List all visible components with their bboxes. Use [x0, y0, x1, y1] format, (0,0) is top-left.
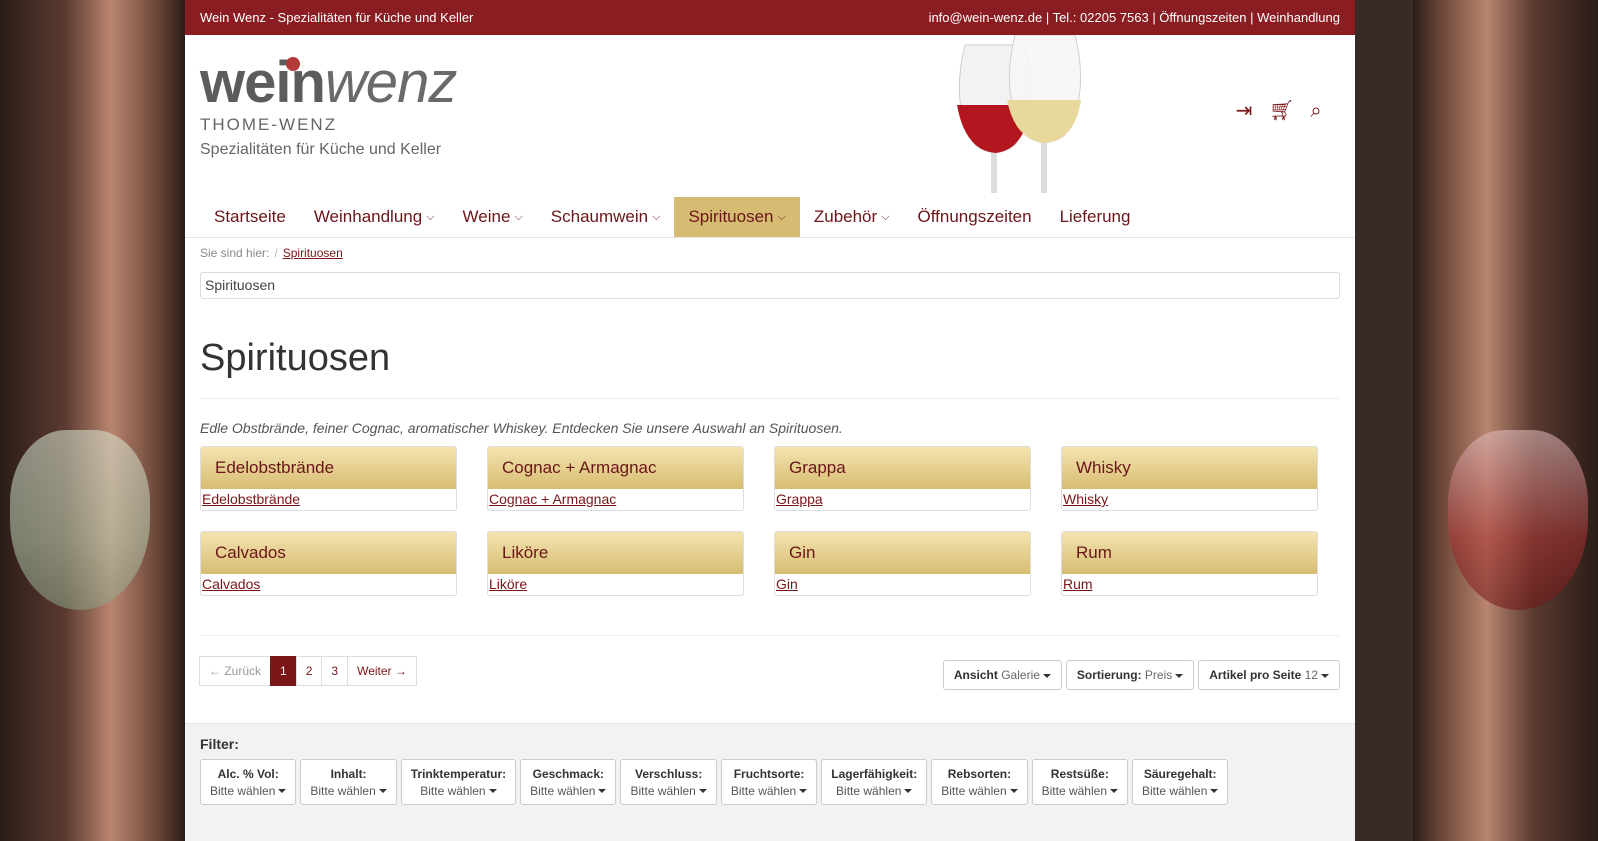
caret-down-icon [1042, 673, 1051, 678]
caret-down-icon [1210, 789, 1219, 794]
caret-down-icon [698, 789, 707, 794]
category-banner: Spirituosen [200, 272, 1340, 299]
filter-row: Alc. % Vol: Bitte wählen Inhalt: Bitte wäh… [200, 759, 1340, 805]
sort-dropdown[interactable]: Sortierung: Preis [1065, 660, 1195, 690]
chevron-down-icon: ⌵ [514, 210, 523, 223]
category-image-link[interactable]: Gin [775, 574, 1030, 594]
logo-subtitle: THOME-WENZ [200, 115, 338, 134]
filter-trinktemperatur[interactable]: Trinktemperatur: Bitte wählen [400, 759, 517, 805]
caret-down-icon [799, 789, 808, 794]
view-mode-dropdown[interactable]: Ansicht Galerie [942, 660, 1062, 690]
cart-icon[interactable]: 🛒︎ [1269, 100, 1294, 122]
filter-alcohol[interactable]: Alc. % Vol: Bitte wählen [200, 759, 297, 805]
filter-restsuesse[interactable]: Restsüße: Bitte wählen [1031, 759, 1128, 805]
pager-page-3[interactable]: 3 [321, 656, 349, 686]
chevron-down-icon: ⌵ [652, 210, 661, 223]
pagination: ← Zurück 1 2 3 Weiter → [199, 656, 417, 686]
page-container: Wein Wenz - Spezialitäten für Küche und … [185, 0, 1355, 841]
category-card[interactable]: Calvados Calvados [200, 531, 457, 596]
caret-down-icon [378, 789, 387, 794]
category-image-link[interactable]: Rum [1062, 574, 1317, 594]
breadcrumb: Sie sind hier: / Spirituosen [200, 246, 343, 260]
caret-down-icon [1175, 673, 1184, 678]
divider [200, 635, 1340, 636]
filter-title: Filter: [200, 736, 239, 752]
filter-geschmack[interactable]: Geschmack: Bitte wählen [520, 759, 617, 805]
wine-glass-right [1448, 430, 1588, 610]
nav-schaumwein[interactable]: Schaumwein ⌵ [537, 197, 675, 237]
nav-spirituosen[interactable]: Spirituosen ⌵ [674, 197, 800, 237]
caret-down-icon [278, 789, 287, 794]
category-image-link[interactable]: Liköre [488, 574, 743, 594]
top-bar: Wein Wenz - Spezialitäten für Küche und … [185, 0, 1355, 35]
caret-down-icon [1009, 789, 1018, 794]
chevron-down-icon: ⌵ [426, 210, 435, 223]
caret-down-icon [904, 789, 913, 794]
filter-fruchtsorte[interactable]: Fruchtsorte: Bitte wählen [720, 759, 818, 805]
pager-page-2[interactable]: 2 [295, 656, 323, 686]
pagination-row: ← Zurück 1 2 3 Weiter → Ansicht Galerie … [199, 656, 1340, 690]
pager-prev[interactable]: ← Zurück [199, 656, 272, 686]
logo-dot [286, 57, 300, 71]
category-image-link[interactable]: Edelobstbrände [201, 489, 456, 509]
pager-page-1[interactable]: 1 [270, 656, 297, 686]
background-left [0, 0, 185, 841]
main-nav: Startseite Weinhandlung ⌵ Weine ⌵ Schaumwe… [185, 197, 1355, 238]
logo[interactable]: weinwenz THOME-WENZ Spezialitäten für Kü… [200, 50, 457, 159]
view-controls: Ansicht Galerie Sortierung: Preis Artike… [942, 660, 1340, 690]
nav-zubehoer[interactable]: Zubehör ⌵ [800, 197, 904, 237]
pager-next[interactable]: Weiter → [347, 656, 417, 686]
caret-down-icon [1110, 789, 1118, 794]
wine-glass-left [10, 430, 150, 610]
nav-weine[interactable]: Weine ⌵ [449, 197, 537, 237]
breadcrumb-current[interactable]: Spirituosen [283, 246, 343, 260]
nav-lieferung[interactable]: Lieferung [1046, 197, 1145, 237]
category-card[interactable]: Whisky Whisky [1061, 446, 1318, 511]
search-icon[interactable]: ⌕ [1305, 100, 1327, 122]
category-card[interactable]: Cognac + Armagnac Cognac + Armagnac [487, 446, 744, 511]
header-icons: ⇥ 🛒︎ ⌕ [1233, 100, 1327, 122]
category-grid: Edelobstbrände Edelobstbrände Cognac + Ar… [200, 446, 1340, 596]
sign-in-icon[interactable]: ⇥ [1233, 100, 1255, 122]
category-image-link[interactable]: Whisky [1062, 489, 1317, 509]
filter-rebsorten[interactable]: Rebsorten: Bitte wählen [931, 759, 1028, 805]
category-image-link[interactable]: Cognac + Armagnac [488, 489, 743, 509]
category-card[interactable]: Liköre Liköre [487, 531, 744, 596]
filter-lagerfaehigkeit[interactable]: Lagerfähigkeit: Bitte wählen [821, 759, 928, 805]
filter-verschluss[interactable]: Verschluss: Bitte wählen [620, 759, 717, 805]
filter-inhalt[interactable]: Inhalt: Bitte wählen [300, 759, 397, 805]
caret-down-icon [1321, 673, 1329, 678]
chevron-down-icon: ⌵ [777, 210, 786, 223]
category-image-link[interactable]: Grappa [775, 489, 1030, 509]
category-card[interactable]: Grappa Grappa [774, 446, 1031, 511]
logo-wordmark: weinwenz [200, 50, 457, 115]
category-card[interactable]: Rum Rum [1061, 531, 1318, 596]
divider [200, 398, 1340, 399]
logo-tagline: Spezialitäten für Küche und Keller [200, 141, 442, 158]
background-right [1413, 0, 1598, 841]
chevron-down-icon: ⌵ [881, 210, 890, 223]
category-image-link[interactable]: Calvados [201, 574, 456, 594]
caret-down-icon [488, 789, 497, 794]
nav-startseite[interactable]: Startseite [200, 197, 300, 237]
filter-panel: Filter: Alc. % Vol: Bitte wählen Inhalt: B… [185, 723, 1355, 841]
category-card[interactable]: Edelobstbrände Edelobstbrände [200, 446, 457, 511]
filter-saeuregehalt[interactable]: Säuregehalt: Bitte wählen [1132, 759, 1229, 805]
caret-down-icon [598, 789, 607, 794]
header: weinwenz THOME-WENZ Spezialitäten für Kü… [185, 35, 1355, 197]
top-bar-links[interactable]: info@wein-wenz.de | Tel.: 02205 7563 | Ö… [929, 10, 1340, 25]
wine-glasses-image [957, 35, 1082, 193]
page-title: Spirituosen [200, 337, 391, 379]
top-bar-tagline: Wein Wenz - Spezialitäten für Küche und … [200, 10, 474, 25]
per-page-dropdown[interactable]: Artikel pro Seite 12 [1198, 660, 1340, 690]
intro-text: Edle Obstbrände, feiner Cognac, aromatis… [200, 420, 843, 436]
category-card[interactable]: Gin Gin [774, 531, 1031, 596]
nav-weinhandlung[interactable]: Weinhandlung ⌵ [300, 197, 449, 237]
nav-oeffnungszeiten[interactable]: Öffnungszeiten [904, 197, 1046, 237]
